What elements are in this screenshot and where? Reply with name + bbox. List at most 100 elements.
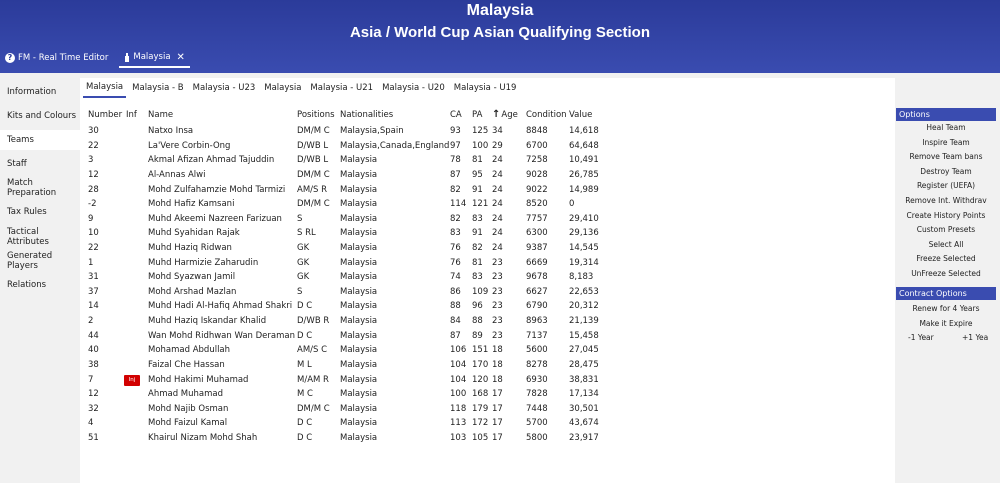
table-row[interactable]: 37 Mohd Arshad Mazlan S Malaysia 86 109 23 6627…	[80, 286, 895, 301]
column-header-name[interactable]: Name	[148, 110, 173, 120]
main-panel: Malaysia Malaysia - B Malaysia - U23 Malays…	[80, 78, 895, 483]
table-row[interactable]: 14 Muhd Hadi Al-Hafiq Ahmad Shakri D C Mala…	[80, 300, 895, 315]
table-row[interactable]: 4 Mohd Faizul Kamal D C Malaysia 113 172 17 570…	[80, 417, 895, 432]
column-header-inf[interactable]: Inf	[126, 110, 137, 120]
sidebar-item-match-preparation[interactable]: Match Preparation	[0, 178, 80, 198]
cell-name: Al-Annas Alwi	[148, 169, 206, 180]
cell-value: 20,312	[569, 301, 599, 312]
arrow-up-icon: ↑	[492, 109, 501, 120]
subtab-team[interactable]: Malaysia - U19	[451, 78, 520, 98]
table-row[interactable]: 51 Khairul Nizam Mohd Shah D C Malaysia 103 1…	[80, 432, 895, 447]
sidebar-item-tactical-attributes[interactable]: Tactical Attributes	[0, 227, 80, 247]
subtab-team[interactable]: Malaysia - U20	[379, 78, 448, 98]
table-row[interactable]: 7 Inj Mohd Hakimi Muhamad M/AM R Malaysia 104…	[80, 374, 895, 389]
plus-one-year-button[interactable]: +1 Yea	[962, 331, 988, 345]
cell-number: 4	[88, 418, 94, 429]
table-row[interactable]: 3 Akmal Afizan Ahmad Tajuddin D/WB L Malays…	[80, 154, 895, 169]
table-row[interactable]: 40 Mohamad Abdullah AM/S C Malaysia 106 151 18…	[80, 344, 895, 359]
cell-age: 23	[492, 301, 503, 312]
subtab-team[interactable]: Malaysia - B	[129, 78, 186, 98]
option-remove-team-bans[interactable]: Remove Team bans	[896, 150, 996, 164]
tab-real-time-editor[interactable]: ? FM - Real Time Editor	[0, 48, 113, 68]
column-header-age[interactable]: ↑Age	[492, 109, 518, 121]
table-row[interactable]: 1 Muhd Harmizie Zaharudin GK Malaysia 76 81 23…	[80, 257, 895, 272]
table-row[interactable]: 44 Wan Mohd Ridhwan Wan Deraman D C Malaysi…	[80, 330, 895, 345]
minus-one-year-button[interactable]: -1 Year	[908, 331, 934, 345]
cell-nationalities: Malaysia	[340, 184, 378, 195]
cell-nationalities: Malaysia	[340, 374, 378, 385]
table-row[interactable]: 9 Muhd Akeemi Nazreen Farizuan S Malaysia 82…	[80, 213, 895, 228]
table-row[interactable]: 10 Muhd Syahidan Rajak S RL Malaysia 83 91 24 6…	[80, 227, 895, 242]
cell-age: 24	[492, 169, 503, 180]
option-unfreeze-selected[interactable]: UnFreeze Selected	[896, 267, 996, 281]
cell-number: 40	[88, 345, 99, 356]
contract-renew-for-4-years[interactable]: Renew for 4 Years	[896, 302, 996, 316]
sidebar-item-relations[interactable]: Relations	[0, 275, 80, 295]
table-row[interactable]: 12 Al-Annas Alwi DM/M C Malaysia 87 95 24 9028 2…	[80, 169, 895, 184]
subtab-team[interactable]: Malaysia	[261, 78, 304, 98]
tab-malaysia[interactable]: Malaysia ✕	[119, 48, 190, 68]
sidebar-item-tax-rules[interactable]: Tax Rules	[0, 202, 80, 222]
column-header-label: Value	[569, 110, 593, 120]
cell-pa: 89	[472, 330, 483, 341]
cell-number: 30	[88, 126, 99, 136]
option-remove-int-withdrav[interactable]: Remove Int. Withdrav	[896, 194, 996, 208]
cell-age: 24	[492, 213, 503, 224]
cell-name: Muhd Syahidan Rajak	[148, 228, 240, 239]
table-row[interactable]: 32 Mohd Najib Osman DM/M C Malaysia 118 179 17…	[80, 403, 895, 418]
sidebar-item-information[interactable]: Information	[0, 82, 80, 102]
option-select-all[interactable]: Select All	[896, 238, 996, 252]
column-header-pa[interactable]: PA	[472, 110, 482, 120]
close-icon[interactable]: ✕	[177, 52, 185, 63]
sidebar-item-staff[interactable]: Staff	[0, 154, 80, 174]
column-header-positions[interactable]: Positions	[297, 110, 335, 120]
column-header-number[interactable]: Number	[88, 110, 122, 120]
option-inspire-team[interactable]: Inspire Team	[896, 136, 996, 150]
table-row[interactable]: 31 Mohd Syazwan Jamil GK Malaysia 74 83 23 9678…	[80, 271, 895, 286]
cell-nationalities: Malaysia	[340, 301, 378, 312]
subtab-team[interactable]: Malaysia	[83, 78, 127, 98]
table-row[interactable]: 12 Ahmad Muhamad M C Malaysia 100 168 17 7828 17…	[80, 388, 895, 403]
table-row[interactable]: 2 Muhd Haziq Iskandar Khalid D/WB R Malaysi…	[80, 315, 895, 330]
question-icon: ?	[5, 53, 15, 63]
option-register-uefa[interactable]: Register (UEFA)	[896, 179, 996, 193]
cell-age: 23	[492, 286, 503, 297]
column-header-label: Nationalities	[340, 110, 394, 120]
column-header-nationalities[interactable]: Nationalities	[340, 110, 393, 120]
contract-make-it-expire[interactable]: Make it Expire	[896, 317, 996, 331]
tab-label: FM - Real Time Editor	[18, 53, 109, 63]
option-destroy-team[interactable]: Destroy Team	[896, 165, 996, 179]
table-row[interactable]: 28 Mohd Zulfahamzie Mohd Tarmizi AM/S R Mal…	[80, 184, 895, 199]
cell-number: 38	[88, 359, 99, 370]
option-create-history-points[interactable]: Create History Points	[896, 209, 996, 223]
cell-value: 14,618	[569, 126, 599, 136]
cell-positions: D/WB L	[297, 155, 329, 166]
cell-pa: 121	[472, 199, 489, 210]
cell-value: 23,917	[569, 433, 599, 443]
subtab-team[interactable]: Malaysia - U23	[190, 78, 259, 98]
option-freeze-selected[interactable]: Freeze Selected	[896, 252, 996, 266]
cell-ca: 88	[450, 301, 461, 312]
column-header-value[interactable]: Value	[569, 110, 592, 120]
cell-ca: 78	[450, 155, 461, 166]
table-row[interactable]: -2 Mohd Hafiz Kamsani DM/M C Malaysia 114 121…	[80, 198, 895, 213]
option-custom-presets[interactable]: Custom Presets	[896, 223, 996, 237]
column-header-condition[interactable]: Condition	[526, 110, 567, 120]
cell-condition: 5800	[526, 433, 548, 443]
option-heal-team[interactable]: Heal Team	[896, 121, 996, 135]
table-row[interactable]: 38 Faizal Che Hassan M L Malaysia 104 170 18 82…	[80, 359, 895, 374]
cell-ca: 76	[450, 243, 461, 253]
table-row[interactable]: 30 Natxo Insa DM/M C Malaysia,Spain 93 125 34 8…	[80, 125, 895, 140]
subtab-team[interactable]: Malaysia - U21	[307, 78, 376, 98]
table-row[interactable]: 22 Muhd Haziq Ridwan GK Malaysia 76 82 24 9387 1…	[80, 242, 895, 257]
sidebar-item-generated-players[interactable]: Generated Players	[0, 251, 80, 271]
sidebar-item-teams[interactable]: Teams	[0, 130, 80, 150]
table-row[interactable]: 22 La'Vere Corbin-Ong D/WB L Malaysia,Canad…	[80, 140, 895, 155]
cell-nationalities: Malaysia	[340, 199, 378, 210]
cell-positions: S	[297, 213, 303, 224]
cell-age: 24	[492, 199, 503, 210]
sidebar-item-kits-and-colours[interactable]: Kits and Colours	[0, 106, 80, 126]
cell-positions: GK	[297, 272, 310, 283]
column-header-ca[interactable]: CA	[450, 110, 462, 120]
column-header-label: CA	[450, 110, 462, 120]
